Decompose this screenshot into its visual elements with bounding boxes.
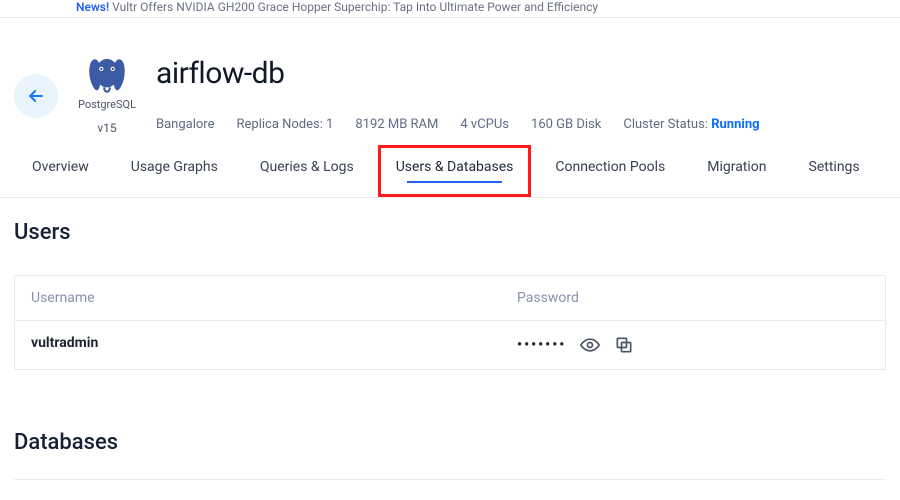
tab-label: Queries & Logs bbox=[260, 159, 354, 175]
reveal-password-button[interactable] bbox=[580, 335, 600, 355]
tab-underline bbox=[407, 181, 501, 183]
tab-label: Usage Graphs bbox=[131, 159, 218, 175]
tab-migration[interactable]: Migration bbox=[689, 145, 784, 197]
meta-ram: 8192 MB RAM bbox=[355, 117, 438, 132]
meta-status-value: Running bbox=[711, 117, 759, 132]
databases-divider bbox=[14, 479, 886, 480]
tab-underline bbox=[566, 181, 654, 183]
eye-icon bbox=[580, 335, 600, 355]
password-masked: ••••••• bbox=[517, 337, 566, 353]
meta-replica: Replica Nodes: 1 bbox=[236, 117, 333, 132]
page-title: airflow-db bbox=[156, 56, 886, 91]
users-table: Username Password vultradmin••••••• bbox=[14, 275, 886, 370]
db-type: PostgreSQL bbox=[78, 98, 136, 111]
tab-label: Connection Pools bbox=[555, 159, 665, 175]
copy-password-button[interactable] bbox=[614, 335, 634, 355]
header: PostgreSQL v15 airflow-db Bangalore Repl… bbox=[0, 18, 900, 145]
databases-section: Databases bbox=[0, 370, 900, 465]
cell-password: ••••••• bbox=[517, 335, 869, 355]
meta-status-label: Cluster Status: bbox=[623, 117, 708, 132]
tab-pools[interactable]: Connection Pools bbox=[537, 145, 683, 197]
db-logo-block: PostgreSQL v15 bbox=[76, 56, 138, 135]
meta-vcpu: 4 vCPUs bbox=[460, 117, 509, 132]
news-banner: News! Vultr Offers NVIDIA GH200 Grace Ho… bbox=[0, 0, 900, 18]
users-table-head: Username Password bbox=[15, 276, 885, 321]
users-section: Users bbox=[0, 198, 900, 255]
tab-label: Overview bbox=[32, 159, 89, 175]
db-version: v15 bbox=[97, 121, 116, 135]
col-header-username: Username bbox=[31, 290, 517, 306]
tab-users[interactable]: Users & Databases bbox=[378, 145, 532, 197]
back-button[interactable] bbox=[14, 74, 58, 118]
arrow-left-icon bbox=[26, 86, 46, 106]
meta-disk: 160 GB Disk bbox=[531, 117, 601, 132]
meta-status: Cluster Status: Running bbox=[623, 117, 759, 132]
cell-username: vultradmin bbox=[31, 335, 517, 355]
meta-region: Bangalore bbox=[156, 117, 214, 132]
tab-queries[interactable]: Queries & Logs bbox=[242, 145, 372, 197]
cluster-meta: Bangalore Replica Nodes: 1 8192 MB RAM 4… bbox=[156, 117, 886, 132]
tab-underline bbox=[38, 181, 83, 183]
tab-underline bbox=[139, 181, 209, 183]
tab-label: Migration bbox=[707, 159, 766, 175]
col-header-password: Password bbox=[517, 290, 869, 306]
tab-underline bbox=[814, 181, 855, 183]
tab-underline bbox=[713, 181, 760, 183]
databases-heading: Databases bbox=[14, 430, 886, 455]
tab-underline bbox=[269, 181, 344, 183]
users-heading: Users bbox=[14, 220, 886, 245]
news-label: News! bbox=[76, 0, 109, 14]
postgresql-elephant-icon bbox=[84, 56, 130, 96]
table-row: vultradmin••••••• bbox=[15, 321, 885, 369]
news-text: Vultr Offers NVIDIA GH200 Grace Hopper S… bbox=[112, 0, 598, 14]
tab-label: Users & Databases bbox=[396, 159, 514, 175]
tab-label: Settings bbox=[809, 159, 860, 175]
copy-icon bbox=[614, 335, 634, 355]
tabs: Overview Usage Graphs Queries & Logs Users … bbox=[0, 145, 900, 198]
tab-overview[interactable]: Overview bbox=[14, 145, 107, 197]
tab-usage[interactable]: Usage Graphs bbox=[113, 145, 236, 197]
tab-settings[interactable]: Settings bbox=[791, 145, 878, 197]
